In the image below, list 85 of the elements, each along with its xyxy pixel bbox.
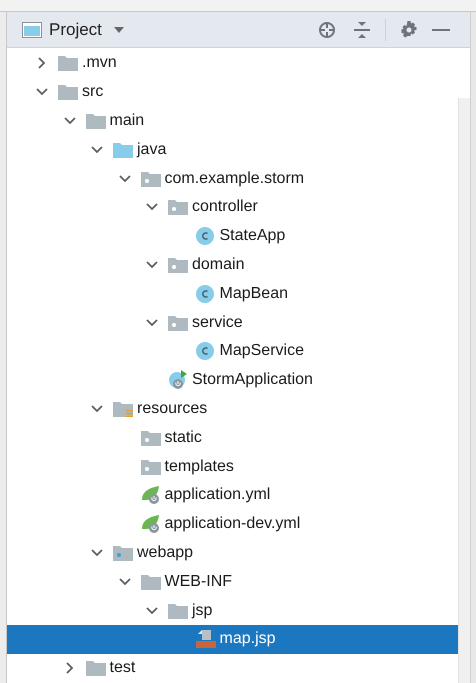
chevron-down-icon[interactable] bbox=[118, 576, 130, 588]
tree-row[interactable]: application.yml bbox=[7, 480, 458, 510]
tree-row[interactable]: MapService bbox=[7, 336, 458, 366]
tree-label: templates bbox=[164, 456, 234, 477]
tree-label: resources bbox=[137, 398, 208, 419]
folder-icon bbox=[58, 55, 78, 72]
chevron-down-icon[interactable] bbox=[146, 604, 158, 617]
class-icon bbox=[196, 227, 214, 246]
leaf-icon bbox=[140, 514, 160, 534]
tree-label: WEB-INF bbox=[164, 572, 232, 592]
folder-icon bbox=[140, 430, 160, 446]
chevron-down-icon[interactable] bbox=[146, 258, 158, 271]
tree-label: com.example.storm bbox=[164, 168, 304, 189]
tree-row[interactable]: test bbox=[7, 654, 458, 683]
tree-row[interactable]: map.jsp bbox=[7, 624, 458, 654]
tree-row[interactable]: .mvn bbox=[7, 49, 458, 78]
panel-icon bbox=[22, 22, 42, 38]
folder-icon bbox=[113, 400, 133, 417]
tree-row[interactable]: webapp bbox=[7, 538, 458, 568]
tree-row[interactable]: StateApp bbox=[7, 222, 458, 251]
tree-label: main bbox=[110, 110, 144, 131]
tree-label: jsp bbox=[192, 600, 212, 621]
class-icon bbox=[196, 342, 214, 360]
folder-icon bbox=[140, 574, 160, 590]
tree-row[interactable]: WEB-INF bbox=[7, 567, 458, 596]
tree-row[interactable]: java bbox=[7, 135, 458, 164]
folder-icon bbox=[86, 112, 106, 129]
chevron-down-icon[interactable] bbox=[118, 172, 130, 185]
collapse-all-icon[interactable] bbox=[353, 20, 371, 38]
folder-icon bbox=[86, 660, 106, 676]
chevron-down-icon[interactable] bbox=[91, 402, 103, 415]
tree-label: service bbox=[192, 312, 243, 333]
folder-icon bbox=[113, 544, 133, 561]
folder-icon bbox=[113, 142, 133, 158]
tree-row[interactable]: src bbox=[7, 78, 458, 107]
tree-label: static bbox=[164, 428, 202, 448]
tree-row[interactable]: main bbox=[7, 106, 458, 136]
chevron-right-icon[interactable] bbox=[64, 662, 76, 674]
tree-label: .mvn bbox=[82, 53, 117, 74]
tree-row[interactable]: StormApplication bbox=[7, 366, 458, 395]
folder-icon bbox=[168, 602, 188, 619]
leaf-icon bbox=[140, 485, 160, 506]
tree-row[interactable]: static bbox=[7, 423, 458, 452]
tree-label: StormApplication bbox=[192, 370, 313, 390]
dropdown-caret-icon[interactable] bbox=[114, 26, 124, 32]
chevron-down-icon[interactable] bbox=[91, 144, 103, 156]
tree-row[interactable]: jsp bbox=[7, 596, 458, 625]
tree-row[interactable]: templates bbox=[7, 452, 458, 481]
tree-label: webapp bbox=[137, 542, 194, 563]
folder-icon bbox=[168, 199, 188, 216]
chevron-right-icon[interactable] bbox=[36, 57, 48, 70]
chevron-down-icon[interactable] bbox=[91, 546, 103, 559]
crosshair-icon[interactable] bbox=[318, 20, 336, 38]
tree-label: domain bbox=[192, 254, 244, 275]
tree-label: controller bbox=[192, 197, 258, 218]
tree-label: java bbox=[137, 140, 166, 160]
minimize-icon[interactable] bbox=[432, 28, 450, 32]
tree-row[interactable]: service bbox=[7, 308, 458, 337]
tree-label: map.jsp bbox=[220, 629, 276, 650]
folder-icon bbox=[140, 458, 160, 475]
tree-label: test bbox=[110, 658, 136, 678]
chevron-down-icon[interactable] bbox=[146, 316, 158, 329]
tree-row[interactable]: domain bbox=[7, 250, 458, 280]
tree-row[interactable]: MapBean bbox=[7, 279, 458, 308]
tree-row[interactable]: com.example.storm bbox=[7, 164, 458, 193]
tree-row[interactable]: application-dev.yml bbox=[7, 510, 458, 539]
scrollbar-track[interactable] bbox=[458, 98, 470, 683]
class-icon bbox=[196, 284, 214, 303]
tree-row[interactable]: controller bbox=[7, 192, 458, 222]
class-run-icon bbox=[168, 370, 188, 390]
tree-label: src bbox=[82, 82, 104, 102]
tree-label: MapService bbox=[220, 341, 304, 362]
folder-icon bbox=[140, 170, 160, 187]
folder-icon bbox=[58, 84, 78, 100]
tree-label: application-dev.yml bbox=[164, 514, 300, 534]
settings-icon[interactable] bbox=[400, 20, 418, 38]
tree-label: StateApp bbox=[220, 226, 286, 246]
tree-label: application.yml bbox=[164, 485, 270, 506]
tree-label: MapBean bbox=[220, 284, 288, 304]
panel-title: Project bbox=[49, 18, 102, 41]
tree-row[interactable]: resources bbox=[7, 394, 458, 424]
chevron-down-icon[interactable] bbox=[64, 114, 76, 127]
folder-icon bbox=[168, 314, 188, 331]
folder-icon bbox=[168, 256, 188, 273]
jsp-file-icon bbox=[196, 629, 216, 650]
